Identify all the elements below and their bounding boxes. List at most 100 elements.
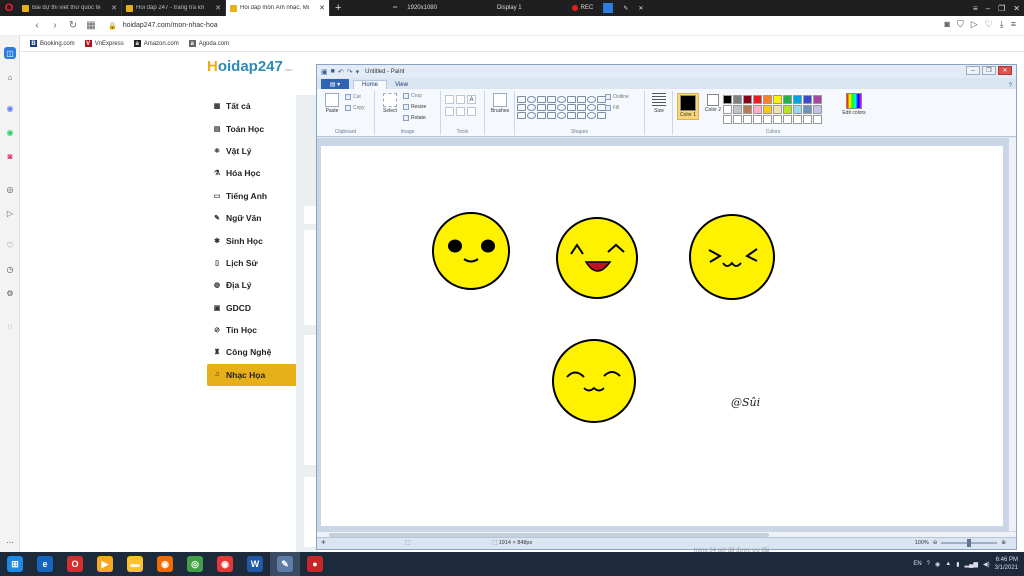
volume-icon[interactable]: ◀) — [983, 561, 990, 568]
palette-color[interactable] — [753, 115, 762, 124]
edit-colors-button[interactable]: Edit colors — [841, 93, 867, 116]
shape-option[interactable] — [567, 112, 576, 119]
palette-color[interactable] — [743, 105, 752, 114]
pen-icon[interactable]: ✎ — [623, 5, 628, 12]
bookmark-vnexpress[interactable]: V VnExpress — [84, 40, 124, 47]
zoom-slider-knob[interactable] — [967, 539, 972, 547]
send-icon[interactable]: ▷ — [4, 207, 16, 219]
forward-icon[interactable]: › — [46, 20, 64, 31]
taskbar-media[interactable]: ▶ — [90, 552, 120, 576]
paint-minimize-icon[interactable]: – — [966, 66, 980, 75]
palette-color[interactable] — [733, 105, 742, 114]
taskbar-explorer[interactable]: ▬ — [120, 552, 150, 576]
taskbar-firefox[interactable]: ◉ — [150, 552, 180, 576]
shape-option[interactable] — [527, 112, 536, 119]
tab-close-icon[interactable]: ✕ — [215, 4, 221, 12]
palette-color[interactable] — [813, 105, 822, 114]
history-icon[interactable]: ◷ — [4, 263, 16, 275]
size-button[interactable]: Size — [648, 93, 670, 114]
zoom-in-icon[interactable]: ⊕ — [1001, 540, 1006, 546]
messenger-icon[interactable]: ◉ — [4, 102, 16, 114]
palette-color[interactable] — [773, 95, 782, 104]
save-icon[interactable]: ■ — [331, 68, 335, 76]
taskbar-paint[interactable]: ✎ — [270, 552, 300, 576]
zoom-slider[interactable] — [941, 539, 998, 547]
taskbar-ie[interactable]: e — [30, 552, 60, 576]
menu-item[interactable]: ✎ Ngữ Văn — [207, 207, 303, 229]
download-icon[interactable]: ⤓ — [1000, 19, 1004, 30]
paint-app-icon[interactable]: ▣ — [321, 68, 328, 76]
palette-color[interactable] — [793, 105, 802, 114]
shape-option[interactable] — [517, 104, 526, 111]
help-tray-icon[interactable]: ? — [927, 561, 930, 567]
settings-icon[interactable]: ≡ — [1011, 19, 1016, 30]
color-1-selector[interactable]: Color 1 — [677, 93, 699, 120]
text-tool-icon[interactable]: A — [467, 95, 476, 104]
palette-color[interactable] — [723, 105, 732, 114]
fill-button[interactable]: Fill — [605, 105, 619, 111]
menu-item[interactable]: ♜ Công Nghệ — [207, 341, 303, 363]
shapes-gallery[interactable] — [517, 96, 606, 119]
menu-item[interactable]: ♫ Nhạc Họa — [207, 363, 303, 387]
palette-color[interactable] — [783, 115, 792, 124]
recorder-menu-icon[interactable]: ═ — [393, 5, 397, 11]
outline-button[interactable]: Outline — [605, 94, 629, 100]
vertical-scrollbar[interactable] — [1008, 138, 1016, 538]
shape-option[interactable] — [587, 112, 596, 119]
palette-color[interactable] — [763, 95, 772, 104]
reload-icon[interactable]: ↻ — [64, 20, 82, 31]
shape-option[interactable] — [567, 96, 576, 103]
instagram-icon[interactable]: ◙ — [4, 150, 16, 162]
shape-option[interactable] — [557, 96, 566, 103]
send-icon[interactable]: ▷ — [971, 19, 978, 30]
shape-option[interactable] — [537, 104, 546, 111]
shape-option[interactable] — [587, 104, 596, 111]
menu-item[interactable]: ⚗ Hóa Học — [207, 162, 303, 184]
shape-option[interactable] — [527, 96, 536, 103]
speed-dial-icon[interactable]: ◫ — [4, 47, 16, 59]
color-picker-icon[interactable] — [456, 107, 465, 116]
shape-option[interactable] — [577, 112, 586, 119]
bookmarks-home-icon[interactable]: ⌂ — [4, 71, 16, 83]
menu-icon[interactable]: ≡ — [973, 4, 978, 13]
palette-color[interactable] — [733, 115, 742, 124]
palette-color[interactable] — [813, 115, 822, 124]
tabs-grid-icon[interactable]: ▦ — [82, 20, 100, 31]
taskbar-chrome[interactable]: ◉ — [210, 552, 240, 576]
palette-color[interactable] — [773, 105, 782, 114]
palette-color[interactable] — [793, 95, 802, 104]
palette-color[interactable] — [793, 115, 802, 124]
record-button[interactable]: REC — [571, 5, 593, 11]
shape-option[interactable] — [557, 104, 566, 111]
menu-item[interactable]: ◍ Địa Lý — [207, 274, 303, 296]
shape-option[interactable] — [577, 104, 586, 111]
language-indicator[interactable]: EN — [913, 561, 921, 567]
palette-color[interactable] — [743, 95, 752, 104]
menu-item[interactable]: ▭ Tiếng Anh — [207, 185, 303, 207]
menu-item[interactable]: ⚛ Vật Lý — [207, 140, 303, 162]
tray-app-icon[interactable]: ◉ — [935, 561, 940, 568]
cut-button[interactable]: Cut — [345, 94, 361, 100]
palette-color[interactable] — [753, 105, 762, 114]
heart-icon[interactable]: ♡ — [4, 239, 16, 251]
palette-color[interactable] — [743, 115, 752, 124]
bulb-icon[interactable]: ◌ — [4, 320, 16, 332]
menu-item[interactable]: ⊘ Tin Học — [207, 319, 303, 341]
drawing-canvas[interactable]: @Sûi — [321, 146, 1003, 526]
shield-icon[interactable]: ⛉ — [957, 19, 964, 30]
more-icon[interactable]: ⋯ — [4, 536, 16, 548]
shape-option[interactable] — [517, 112, 526, 119]
fill-bucket-icon[interactable] — [456, 95, 465, 104]
file-menu-button[interactable]: ▤ ▾ — [321, 79, 349, 89]
undo-icon[interactable]: ↶ — [338, 68, 344, 76]
taskbar-app[interactable]: ◎ — [180, 552, 210, 576]
show-hidden-icon[interactable]: ▲ — [945, 561, 951, 567]
menu-item[interactable]: ▦ Tất cả — [207, 95, 303, 117]
tab-view[interactable]: View — [387, 81, 416, 89]
tab-1[interactable]: Bài dự thi viết thư quốc tế ✕ — [18, 0, 122, 16]
pencil-icon[interactable] — [445, 95, 454, 104]
shape-option[interactable] — [547, 112, 556, 119]
customize-icon[interactable]: ▾ — [356, 68, 360, 76]
shape-option[interactable] — [527, 104, 536, 111]
menu-item[interactable]: ▯ Lịch Sử — [207, 252, 303, 274]
